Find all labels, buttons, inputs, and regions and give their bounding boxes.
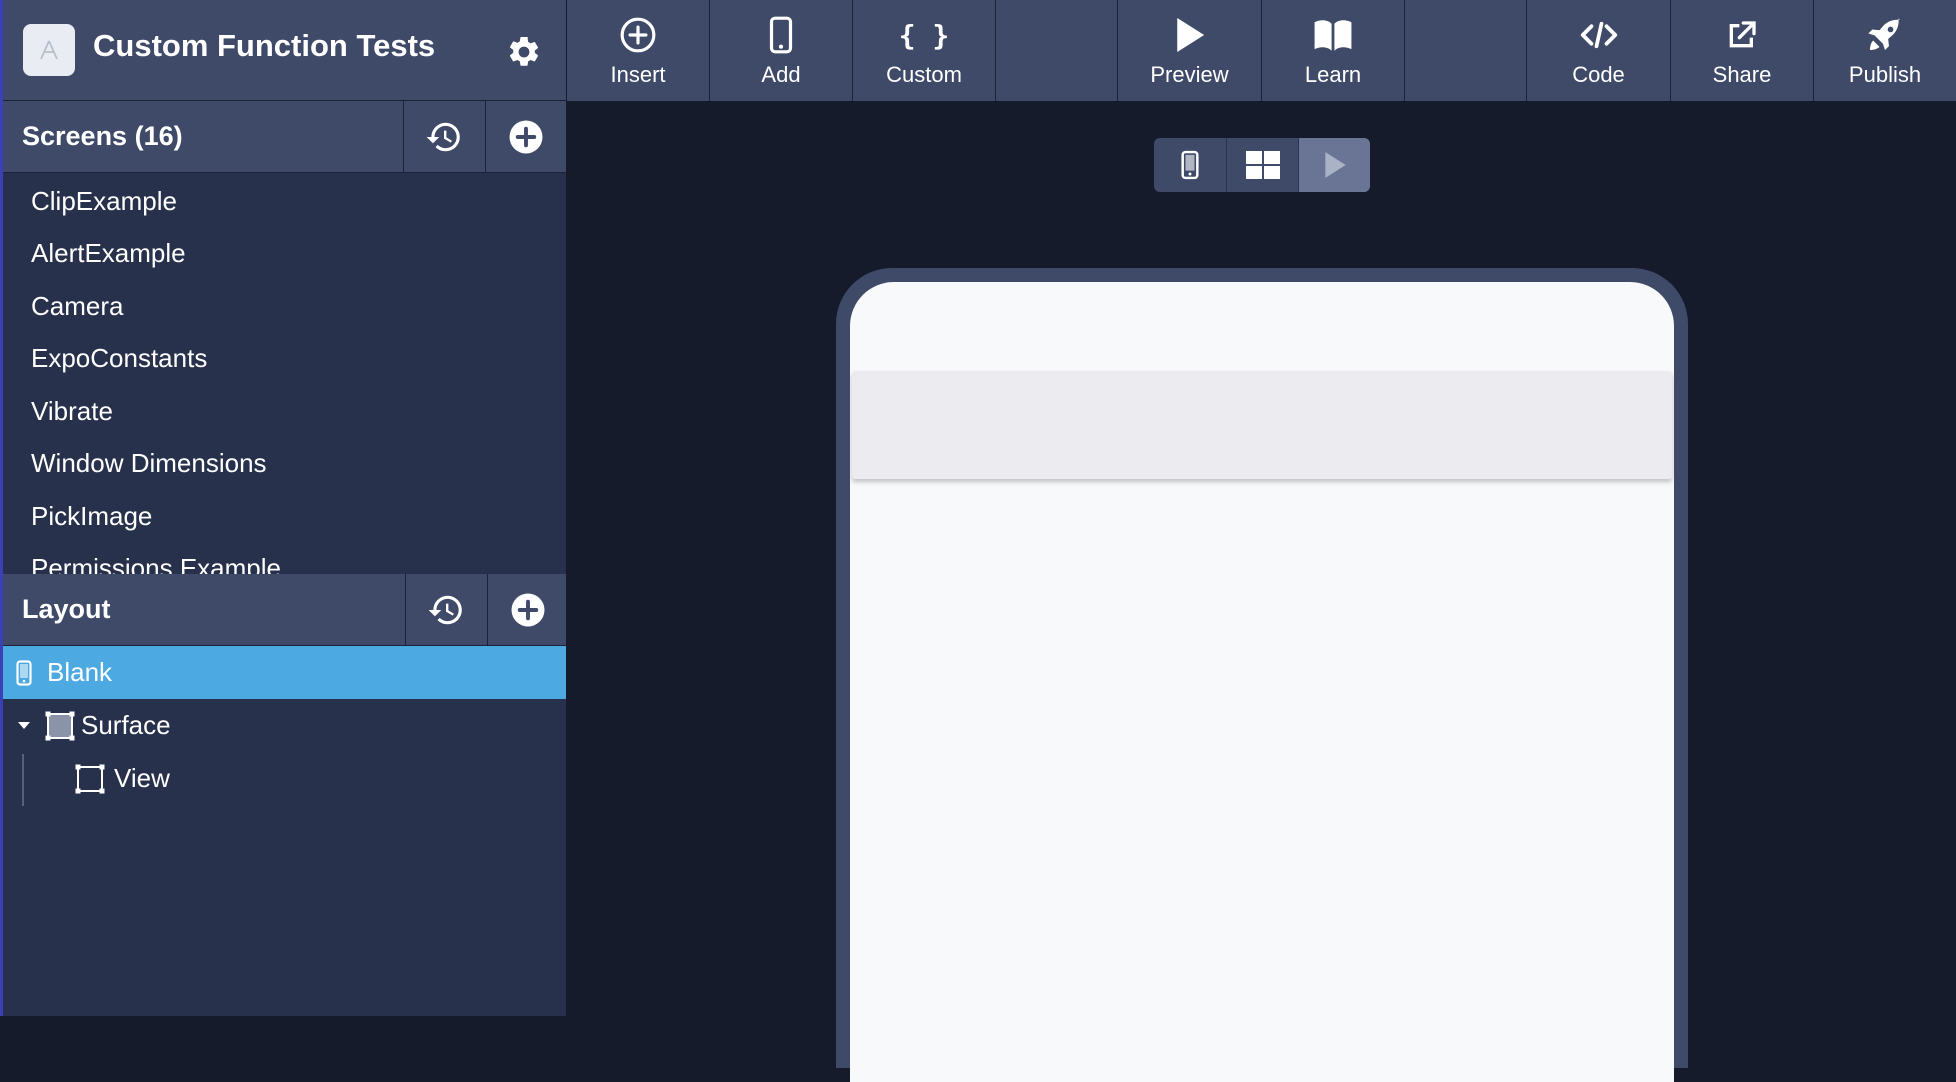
code-icon — [1580, 14, 1618, 56]
learn-label: Learn — [1304, 62, 1362, 87]
screens-panel-header: Screens (16) — [3, 101, 566, 173]
toolbar-spacer — [1405, 0, 1527, 101]
screens-panel-title: Screens (16) — [22, 121, 183, 151]
toolbar-spacer — [996, 0, 1118, 101]
phone-icon — [1181, 150, 1199, 180]
view-icon — [75, 764, 105, 794]
screen-item[interactable]: PickImage — [3, 490, 566, 543]
phone-screen[interactable] — [850, 282, 1674, 1082]
tree-item-blank[interactable]: Blank — [3, 646, 566, 699]
screens-history-button[interactable] — [403, 101, 484, 173]
external-link-icon — [1726, 14, 1758, 56]
book-open-icon — [1313, 14, 1353, 56]
screen-item[interactable]: Window Dimensions — [3, 438, 566, 491]
plus-circle-outline-icon — [619, 14, 657, 56]
tree-item-view[interactable]: View — [3, 752, 566, 805]
code-label: Code — [1572, 62, 1625, 87]
curly-braces-icon: { } — [898, 18, 950, 52]
tree-item-label: Surface — [81, 710, 171, 740]
play-icon — [1324, 152, 1346, 178]
preview-button[interactable]: Preview — [1118, 0, 1262, 101]
mobile-phone-icon — [769, 14, 793, 56]
layout-panel-header: Layout — [3, 574, 566, 646]
tree-item-label: Blank — [47, 657, 113, 687]
add-screen-button[interactable] — [485, 101, 566, 173]
screens-list[interactable]: ClipExample AlertExample Camera ExpoCons… — [3, 175, 566, 575]
play-icon — [1173, 14, 1207, 56]
top-toolbar: Insert Add { } Custom Preview Learn Code — [567, 0, 1956, 101]
screen-item[interactable]: AlertExample — [3, 228, 566, 281]
screen-item[interactable]: Vibrate — [3, 385, 566, 438]
app-header: Custom Function Tests — [3, 0, 566, 101]
view-mode-toggle — [1154, 138, 1370, 192]
custom-label: Custom — [886, 62, 962, 87]
layout-panel-title: Layout — [22, 594, 111, 624]
screen-item[interactable]: Camera — [3, 280, 566, 333]
insert-label: Insert — [610, 62, 666, 87]
surface-app-bar[interactable] — [852, 371, 1672, 479]
tree-guide-line — [22, 754, 24, 806]
publish-button[interactable]: Publish — [1814, 0, 1956, 101]
app-title: Custom Function Tests — [93, 28, 436, 63]
learn-button[interactable]: Learn — [1262, 0, 1405, 101]
code-button[interactable]: Code — [1527, 0, 1671, 101]
publish-label: Publish — [1848, 62, 1922, 87]
preview-view-button[interactable] — [1298, 138, 1370, 192]
screen-item[interactable]: ClipExample — [3, 175, 566, 228]
surface-icon — [45, 711, 75, 741]
phone-icon — [14, 659, 34, 686]
layout-tree: Blank Surface View — [3, 646, 566, 805]
plus-circle-icon — [511, 593, 545, 627]
add-layout-item-button[interactable] — [487, 574, 568, 646]
custom-button[interactable]: { } Custom — [853, 0, 996, 101]
share-label: Share — [1712, 62, 1772, 87]
rocket-icon — [1866, 14, 1904, 56]
caret-down-icon[interactable] — [15, 721, 33, 731]
sidebar: Custom Function Tests Screens (16) ClipE… — [3, 0, 566, 1016]
plus-circle-icon — [509, 120, 543, 154]
insert-button[interactable]: Insert — [567, 0, 710, 101]
tree-item-surface[interactable]: Surface — [3, 699, 566, 752]
history-icon — [426, 122, 460, 152]
history-icon — [428, 595, 462, 625]
phone-view-button[interactable] — [1154, 138, 1226, 192]
preview-label: Preview — [1150, 62, 1229, 87]
grid-view-button[interactable] — [1226, 138, 1298, 192]
settings-gear-icon[interactable] — [506, 34, 542, 70]
app-logo[interactable] — [23, 24, 75, 76]
app-logo-icon — [40, 40, 58, 60]
tree-item-label: View — [114, 763, 170, 793]
screen-item[interactable]: Permissions Example — [3, 543, 566, 575]
share-button[interactable]: Share — [1671, 0, 1814, 101]
grid-icon — [1245, 151, 1280, 179]
add-button[interactable]: Add — [710, 0, 853, 101]
phone-frame — [836, 268, 1688, 1082]
layout-history-button[interactable] — [405, 574, 486, 646]
add-label: Add — [761, 62, 801, 87]
screen-item[interactable]: ExpoConstants — [3, 333, 566, 386]
